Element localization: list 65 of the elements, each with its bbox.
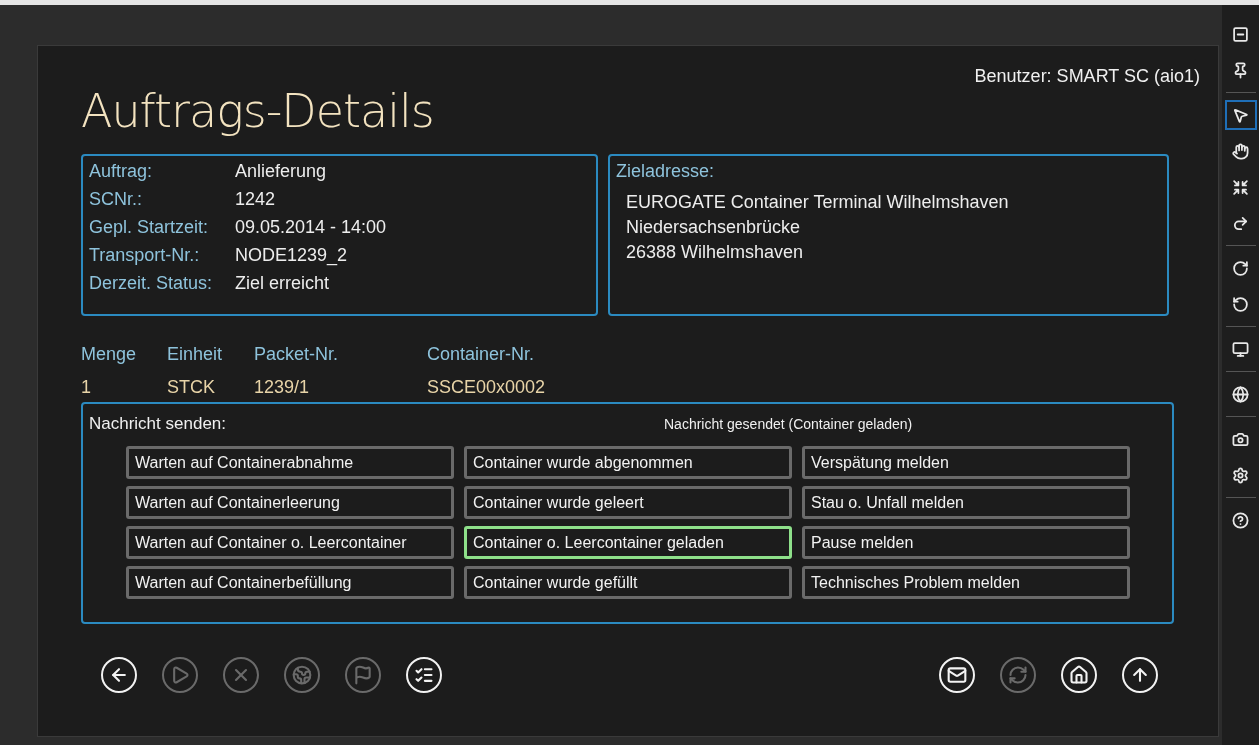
status-text: Nachricht gesendet (Container geladen)	[664, 416, 914, 432]
address-line: 26388 Wilhelmshaven	[626, 242, 805, 263]
message-button[interactable]: Warten auf Containerleerung	[126, 486, 454, 519]
field-value: 09.05.2014 - 14:00	[235, 217, 388, 238]
redo-icon	[1232, 214, 1249, 232]
address-line: Niedersachsenbrücke	[626, 217, 802, 238]
up-arrow-button[interactable]	[1122, 657, 1158, 693]
field-value: Ziel erreicht	[235, 273, 331, 294]
rotate-left-icon	[1232, 295, 1249, 313]
message-button[interactable]: Warten auf Containerbefüllung	[126, 566, 454, 599]
monitor-icon	[1232, 340, 1249, 358]
message-button[interactable]: Container wurde gefüllt	[464, 566, 792, 599]
message-button[interactable]: Container wurde abgenommen	[464, 446, 792, 479]
globe-icon	[1232, 385, 1249, 403]
message-button[interactable]: Warten auf Containerabnahme	[126, 446, 454, 479]
message-button[interactable]: Container wurde geleert	[464, 486, 792, 519]
pointer-tool[interactable]	[1224, 100, 1257, 130]
field-value: 1242	[235, 189, 277, 210]
table-cell-text: 1	[81, 377, 92, 398]
column-header: Packet-Nr.	[254, 344, 340, 365]
rotate-right-icon	[1232, 259, 1249, 277]
up-arrow-icon	[1130, 665, 1150, 685]
pointer-icon	[1232, 106, 1249, 124]
column-header: Container-Nr.	[427, 344, 536, 365]
refresh-icon	[1008, 665, 1028, 685]
field-label: SCNr.:	[89, 189, 143, 210]
field-label: Auftrag:	[89, 161, 154, 182]
message-button[interactable]: Verspätung melden	[802, 446, 1130, 479]
section-label: Nachricht senden:	[89, 414, 228, 434]
settings-icon	[1232, 466, 1249, 484]
field-label: Transport-Nr.:	[89, 245, 201, 266]
home-button[interactable]	[1061, 657, 1097, 693]
column-header: Menge	[81, 344, 138, 365]
envelope-button[interactable]	[939, 657, 975, 693]
field-label: Derzeit. Status:	[89, 273, 214, 294]
checklist-icon	[414, 665, 434, 685]
pin-icon	[1232, 61, 1249, 79]
field-value: NODE1239_2	[235, 245, 349, 266]
message-button[interactable]: Stau o. Unfall melden	[802, 486, 1130, 519]
user-label: Benutzer: SMART SC (aio1)	[974, 66, 1200, 87]
hand-icon	[1232, 142, 1249, 160]
envelope-icon	[947, 665, 967, 685]
field-label: Gepl. Startzeit:	[89, 217, 210, 238]
flag-icon	[353, 665, 373, 685]
globe-icon	[292, 665, 312, 685]
table-cell-text: STCK	[167, 377, 216, 398]
table-cell-text: 1239/1	[254, 377, 311, 398]
table-cell-text: SSCE00x0002	[427, 377, 547, 398]
camera-icon	[1232, 430, 1249, 448]
help-icon	[1232, 511, 1249, 529]
message-button[interactable]: Pause melden	[802, 526, 1130, 559]
play-icon	[170, 665, 190, 685]
field-label: Zieladresse:	[616, 161, 715, 181]
column-header: Einheit	[167, 344, 224, 365]
checklist-button[interactable]	[406, 657, 442, 693]
back-arrow-button[interactable]	[101, 657, 137, 693]
address-line: EUROGATE Container Terminal Wilhelmshaven	[626, 192, 1010, 213]
page-title: Auftrags-Details	[81, 84, 434, 138]
message-button[interactable]: Technisches Problem melden	[802, 566, 1130, 599]
minimize-icon	[1232, 25, 1249, 43]
home-icon	[1069, 665, 1089, 685]
message-button[interactable]: Warten auf Container o. Leercontainer	[126, 526, 454, 559]
field-value: Anlieferung	[235, 161, 328, 182]
message-button[interactable]: Container o. Leercontainer geladen	[464, 526, 792, 559]
shrink-icon	[1232, 178, 1249, 196]
